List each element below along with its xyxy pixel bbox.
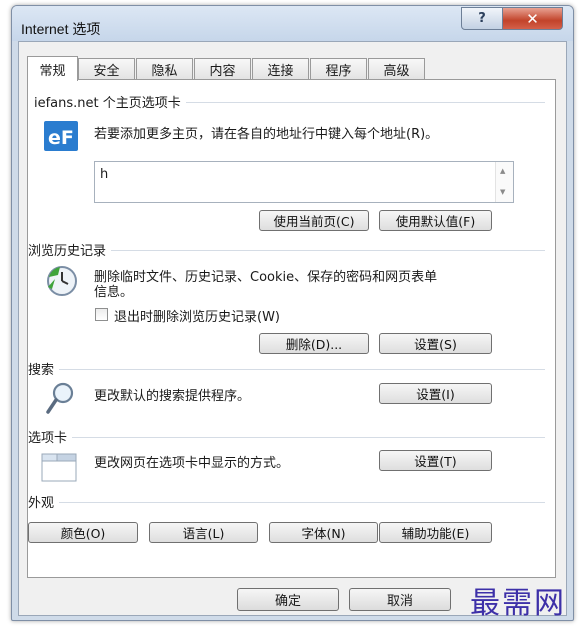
magnifier-icon bbox=[46, 382, 74, 414]
internet-options-dialog: Internet 选项 ? ✕ 常规 安全 隐私 内容 连接 程序 高级 ief… bbox=[11, 5, 574, 621]
tab-advanced[interactable]: 高级 bbox=[368, 58, 425, 80]
appearance-group-title: 外观 bbox=[28, 492, 60, 511]
languages-button[interactable]: 语言(L) bbox=[149, 522, 258, 543]
delete-on-exit-label[interactable]: 退出时删除浏览历史记录(W) bbox=[114, 306, 280, 325]
tab-connections[interactable]: 连接 bbox=[252, 58, 309, 80]
history-clock-icon bbox=[47, 266, 77, 296]
cancel-button[interactable]: 取消 bbox=[349, 588, 451, 611]
accessibility-button[interactable]: 辅助功能(E) bbox=[379, 522, 492, 543]
history-group-title: 浏览历史记录 bbox=[28, 240, 112, 259]
close-button[interactable]: ✕ bbox=[502, 7, 563, 30]
tabs-group-line bbox=[34, 437, 545, 438]
tab-content[interactable]: 内容 bbox=[194, 58, 251, 80]
search-description: 更改默认的搜索提供程序。 bbox=[94, 389, 251, 404]
tab-general[interactable]: 常规 bbox=[27, 56, 78, 81]
tabs-group-title: 选项卡 bbox=[28, 427, 73, 446]
dialog-body: 常规 安全 隐私 内容 连接 程序 高级 iefans.net 个主页选项卡 e… bbox=[18, 41, 567, 616]
search-group-title: 搜索 bbox=[28, 359, 60, 378]
use-default-button[interactable]: 使用默认值(F) bbox=[379, 210, 492, 231]
delete-on-exit-checkbox[interactable] bbox=[95, 308, 108, 321]
watermark-text: 最需网 bbox=[470, 586, 566, 621]
tabs-window-icon bbox=[41, 453, 77, 482]
tab-security[interactable]: 安全 bbox=[78, 58, 135, 80]
ie-logo-icon: eF bbox=[44, 121, 78, 151]
delete-history-button[interactable]: 删除(D)... bbox=[259, 333, 369, 354]
textarea-scrollbar[interactable]: ▲ ▼ bbox=[495, 162, 513, 202]
home-page-textarea[interactable]: h ▲ ▼ bbox=[94, 161, 514, 203]
window-title: Internet 选项 bbox=[21, 21, 101, 37]
history-settings-button[interactable]: 设置(S) bbox=[379, 333, 492, 354]
general-tab-page: iefans.net 个主页选项卡 eF 若要添加更多主页，请在各自的地址行中键… bbox=[27, 79, 556, 578]
history-description-continued: 信息。 bbox=[94, 285, 134, 300]
home-page-value: h bbox=[100, 167, 109, 182]
use-current-button[interactable]: 使用当前页(C) bbox=[259, 210, 369, 231]
search-group-line bbox=[34, 369, 545, 370]
home-group-title: iefans.net 个主页选项卡 bbox=[34, 92, 186, 111]
colors-button[interactable]: 颜色(O) bbox=[28, 522, 138, 543]
tabs-settings-button[interactable]: 设置(T) bbox=[379, 450, 492, 471]
title-bar[interactable]: Internet 选项 ? ✕ bbox=[12, 6, 573, 41]
history-description: 删除临时文件、历史记录、Cookie、保存的密码和网页表单 bbox=[94, 270, 438, 285]
tabs-description: 更改网页在选项卡中显示的方式。 bbox=[94, 456, 290, 471]
tab-programs[interactable]: 程序 bbox=[310, 58, 367, 80]
tab-privacy[interactable]: 隐私 bbox=[136, 58, 193, 80]
home-instruction: 若要添加更多主页，请在各自的地址行中键入每个地址(R)。 bbox=[94, 127, 439, 142]
svg-text:eF: eF bbox=[48, 127, 74, 149]
appearance-group-line bbox=[34, 502, 545, 503]
scroll-down-icon[interactable]: ▼ bbox=[500, 188, 505, 196]
scroll-up-icon[interactable]: ▲ bbox=[500, 167, 505, 175]
fonts-button[interactable]: 字体(N) bbox=[269, 522, 378, 543]
ok-button[interactable]: 确定 bbox=[237, 588, 339, 611]
help-button[interactable]: ? bbox=[461, 7, 503, 30]
search-settings-button[interactable]: 设置(I) bbox=[379, 383, 492, 404]
